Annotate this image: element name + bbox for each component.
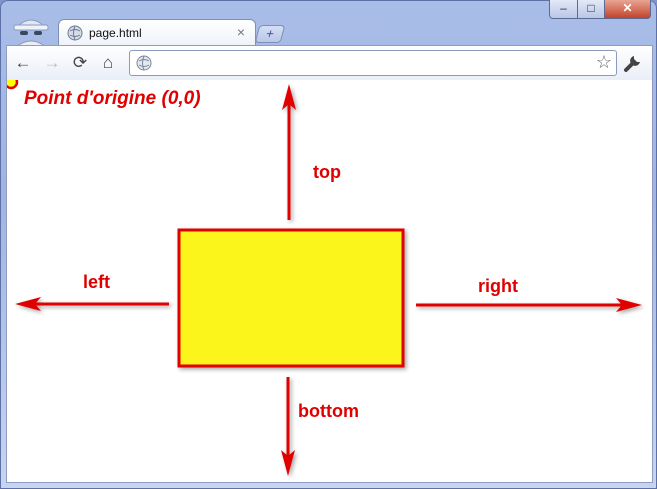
arrow-right bbox=[416, 298, 642, 312]
arrow-bottom bbox=[281, 377, 295, 476]
label-bottom: bottom bbox=[298, 401, 359, 421]
maximize-button[interactable]: □ bbox=[578, 0, 605, 19]
tab-title: page.html bbox=[89, 26, 142, 40]
origin-point bbox=[7, 80, 19, 90]
address-bar[interactable]: ☆ bbox=[129, 50, 617, 76]
new-tab-button[interactable]: + bbox=[254, 25, 286, 43]
minimize-button[interactable]: – bbox=[549, 0, 578, 19]
globe-icon bbox=[67, 25, 83, 41]
arrow-left bbox=[15, 297, 169, 311]
page-content: Point d'origine (0,0) top left right bot… bbox=[6, 80, 653, 483]
globe-icon bbox=[136, 55, 152, 71]
positioned-box bbox=[177, 228, 405, 368]
label-left: left bbox=[83, 272, 110, 292]
star-icon[interactable]: ☆ bbox=[596, 52, 612, 73]
label-right: right bbox=[478, 276, 518, 296]
address-input[interactable] bbox=[158, 53, 582, 73]
arrow-top bbox=[282, 84, 296, 220]
home-button[interactable]: ⌂ bbox=[98, 53, 118, 73]
forward-button[interactable]: → bbox=[42, 53, 62, 73]
origin-label: Point d'origine (0,0) bbox=[24, 88, 201, 109]
incognito-icon bbox=[13, 19, 49, 48]
tab-close-icon[interactable]: × bbox=[237, 24, 245, 40]
tab-page[interactable]: page.html × bbox=[58, 19, 256, 46]
reload-button[interactable]: ⟳ bbox=[70, 53, 90, 73]
window-controls: – □ ✕ bbox=[549, 0, 651, 20]
back-button[interactable]: ← bbox=[13, 53, 33, 73]
browser-window: page.html × + – □ ✕ ← → ⟳ ⌂ ☆ Point d'or… bbox=[0, 0, 657, 489]
label-top: top bbox=[313, 162, 341, 182]
toolbar: ← → ⟳ ⌂ ☆ bbox=[6, 45, 653, 81]
wrench-icon[interactable] bbox=[622, 52, 644, 74]
close-window-button[interactable]: ✕ bbox=[605, 0, 651, 19]
